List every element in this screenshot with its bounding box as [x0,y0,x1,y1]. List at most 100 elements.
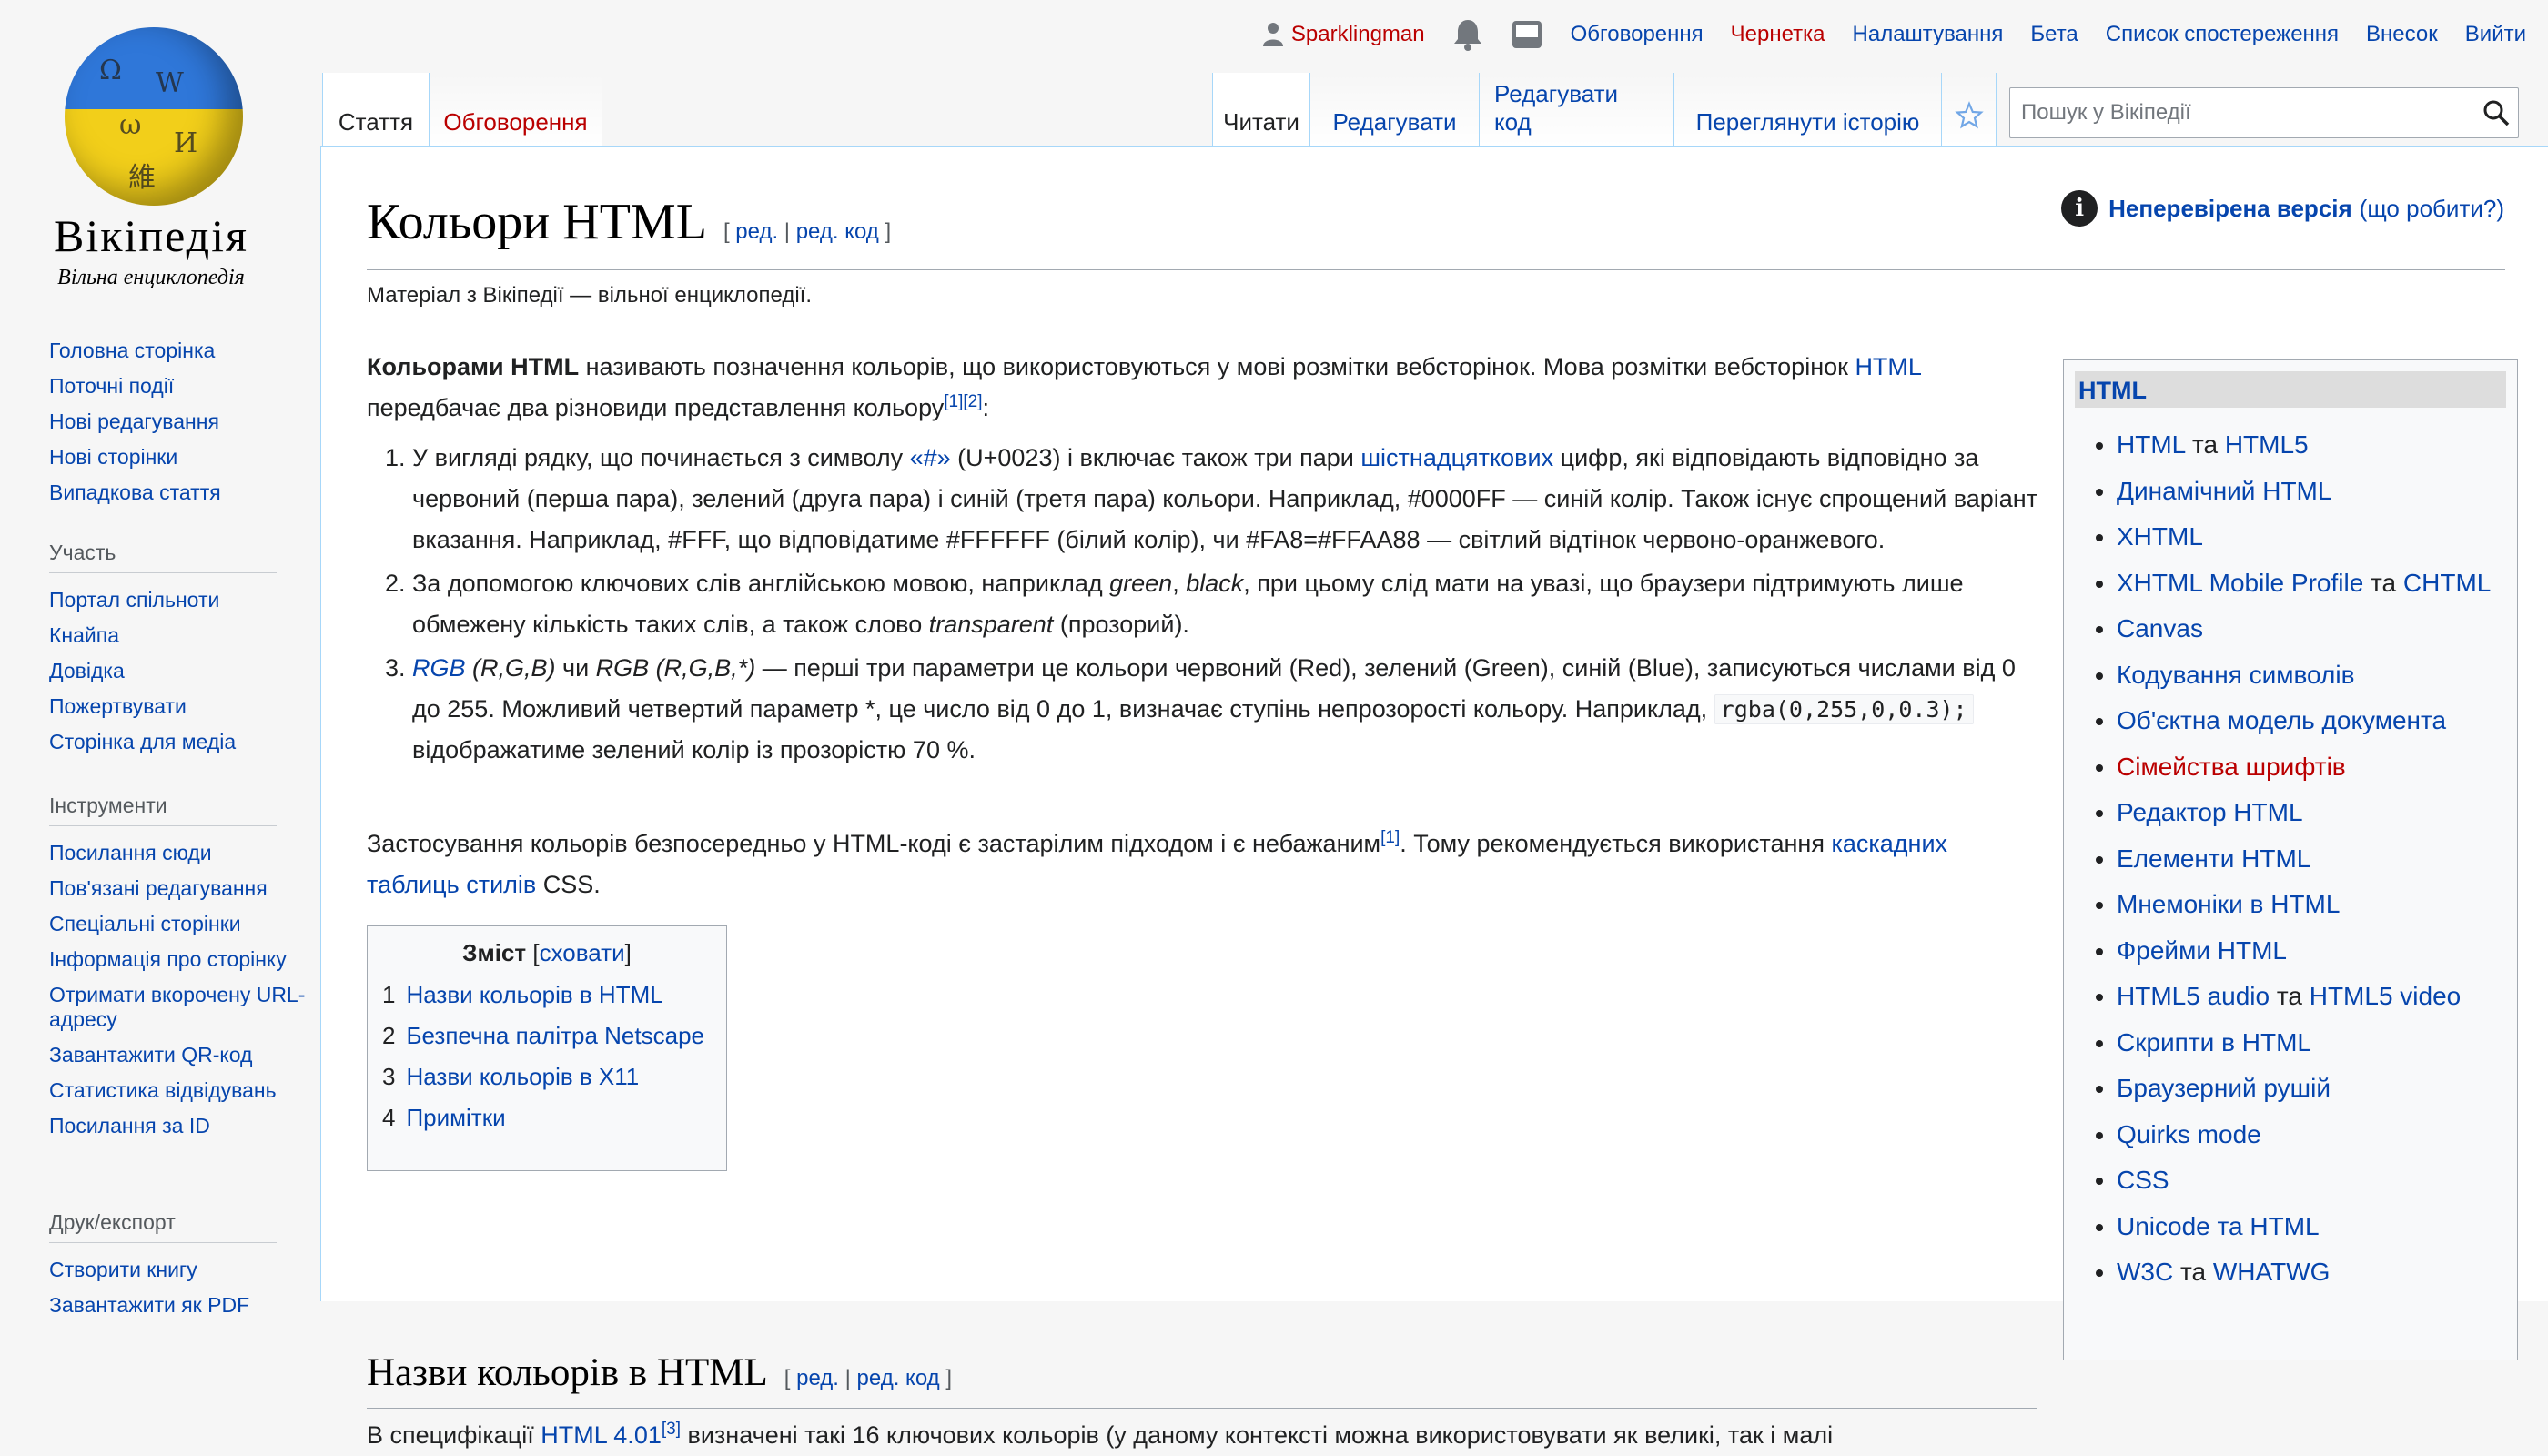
navbox-link[interactable]: CSS [2117,1166,2169,1194]
hash-link[interactable]: «#» [910,444,951,471]
reference-link[interactable]: [1] [1380,828,1400,847]
toc-link[interactable]: Назви кольорів в HTML [406,981,662,1008]
search-icon[interactable] [2474,88,2518,137]
navbox-link[interactable]: XHTML Mobile Profile [2117,569,2363,597]
navbox-link[interactable]: Сімейства шрифтів [2117,753,2346,781]
navbox-link[interactable]: Браузерний рушій [2117,1074,2331,1102]
toc-link[interactable]: Назви кольорів в X11 [406,1063,639,1090]
navbox-link[interactable]: HTML [2117,430,2185,459]
navbox-link[interactable]: XHTML [2117,522,2203,551]
toc-hide-link[interactable]: сховати [540,939,625,966]
navbox-link[interactable]: Unicode та HTML [2117,1212,2320,1240]
hex-link[interactable]: шістнадцяткових [1360,444,1553,471]
edit-link[interactable]: ред. [796,1366,839,1390]
toc-link[interactable]: Безпечна палітра Netscape [406,1022,704,1049]
rgb-link[interactable]: RGB [412,654,466,682]
beta-link[interactable]: Бета [2030,22,2078,47]
html401-link[interactable]: HTML 4.01 [541,1421,662,1449]
logout-link[interactable]: Вийти [2465,22,2526,47]
sidebar-link[interactable]: Випадкова стаття [49,480,221,504]
navbox-link[interactable]: WHATWG [2213,1258,2331,1286]
navbox-link[interactable]: HTML5 [2225,430,2309,459]
watchlist-link[interactable]: Список спостереження [2106,22,2339,47]
sidebar-link[interactable]: Довідка [49,659,125,682]
navbox-link[interactable]: Кодування символів [2117,661,2354,689]
navbox-link[interactable]: Об'єктна модель документа [2117,706,2446,734]
user-link[interactable]: Sparklingman [1262,22,1425,47]
edit-section: [ ред. | ред. код ] [784,1366,952,1390]
preferences-link[interactable]: Налаштування [1853,22,2004,47]
sidebar-link[interactable]: Нові сторінки [49,445,177,469]
talk-link[interactable]: Обговорення [1571,22,1704,47]
reference-link[interactable]: [1][2] [944,392,982,411]
navbox-link[interactable]: Динамічний HTML [2117,477,2331,505]
toc-item[interactable]: 2 Безпечна палітра Netscape [382,1016,712,1057]
bracket: [ [526,939,540,966]
edit-code-link[interactable]: ред. код [857,1366,940,1390]
sidebar-link[interactable]: Пов'язані редагування [49,876,268,900]
unchecked-version-link[interactable]: Неперевірена версія [2108,195,2352,223]
reference-link[interactable]: [3] [662,1420,681,1439]
sidebar-link[interactable]: Пожертвувати [49,694,187,718]
username: Sparklingman [1290,22,1425,46]
edit-link[interactable]: ред. [735,219,778,244]
navbox-link[interactable]: W3C [2117,1258,2173,1286]
what-to-do-link[interactable]: (що робити?) [2360,195,2504,223]
sidebar-link[interactable]: Поточні події [49,374,174,398]
sidebar-link[interactable]: Сторінка для медіа [49,730,236,753]
inbox-icon[interactable] [1511,19,1543,50]
tab-label: Редагувати код [1494,80,1619,136]
navbox-link[interactable]: HTML5 video [2310,982,2462,1010]
text: (прозорий). [1053,611,1189,638]
sidebar-link[interactable]: Інформація про сторінку [49,947,287,971]
separator: та [2173,1258,2213,1286]
navbox-link[interactable]: Скрипти в HTML [2117,1028,2311,1057]
sidebar-link[interactable]: Спеціальні сторінки [49,912,241,935]
toc-item[interactable]: 4 Примітки [382,1097,712,1138]
sidebar-link[interactable]: Статистика відвідувань [49,1078,277,1102]
navbox-link[interactable]: Редактор HTML [2117,798,2303,826]
bracket: [ [784,1366,791,1390]
bell-icon[interactable] [1452,18,1483,51]
tab-talk[interactable]: Обговорення [430,73,602,146]
wikipedia-logo[interactable]: Ω W ω И 維 Вікіпедія Вільна енциклопедія [40,20,262,289]
sidebar-link[interactable]: Портал спільноти [49,588,219,612]
tab-edit[interactable]: Редагувати [1310,73,1480,146]
tab-history[interactable]: Переглянути історію [1674,73,1942,146]
sidebar-link[interactable]: Створити книгу [49,1258,197,1281]
navbox-link[interactable]: CHTML [2403,569,2491,597]
tab-label: Переглянути історію [1695,108,1920,136]
search-box[interactable]: Пошук у Вікіпедії [2009,87,2519,138]
sidebar-item: Сторінка для медіа [49,730,313,754]
navbox-link[interactable]: Canvas [2117,614,2203,642]
tab-article[interactable]: Стаття [322,73,430,146]
toc-item[interactable]: 1 Назви кольорів в HTML [382,975,712,1016]
sidebar-link[interactable]: Посилання за ID [49,1114,210,1138]
sidebar-link[interactable]: Посилання сюди [49,841,212,864]
draft-link[interactable]: Чернетка [1731,22,1825,47]
navbox-title-link[interactable]: HTML [2078,377,2147,404]
edit-code-link[interactable]: ред. код [796,219,879,244]
search-input[interactable]: Пошук у Вікіпедії [2010,100,2474,126]
navbox-link[interactable]: Quirks mode [2117,1120,2261,1148]
navbox-link[interactable]: Фрейми HTML [2117,936,2287,965]
tab-edit-code[interactable]: Редагувати код [1480,73,1674,146]
edit-section: [ ред. | ред. код ] [723,219,891,244]
contributions-link[interactable]: Внесок [2366,22,2438,47]
navbox-title[interactable]: HTML [2075,371,2506,408]
navbox-link[interactable]: HTML5 audio [2117,982,2270,1010]
html-link[interactable]: HTML [1855,353,1921,380]
toc-link[interactable]: Примітки [406,1104,505,1131]
toc-item[interactable]: 3 Назви кольорів в X11 [382,1057,712,1097]
sidebar-link[interactable]: Нові редагування [49,410,219,433]
bracket: ] [624,939,632,966]
sidebar-link[interactable]: Завантажити QR-код [49,1043,252,1067]
sidebar-link[interactable]: Завантажити як PDF [49,1293,249,1317]
tab-read[interactable]: Читати [1212,73,1310,146]
sidebar-link[interactable]: Отримати вкорочену URL-адресу [49,983,305,1031]
sidebar-link[interactable]: Кнайпа [49,623,119,647]
watch-star-button[interactable] [1942,73,1997,146]
navbox-link[interactable]: Елементи HTML [2117,844,2310,873]
sidebar-link[interactable]: Головна сторінка [49,339,215,362]
navbox-link[interactable]: Мнемоніки в HTML [2117,890,2340,918]
